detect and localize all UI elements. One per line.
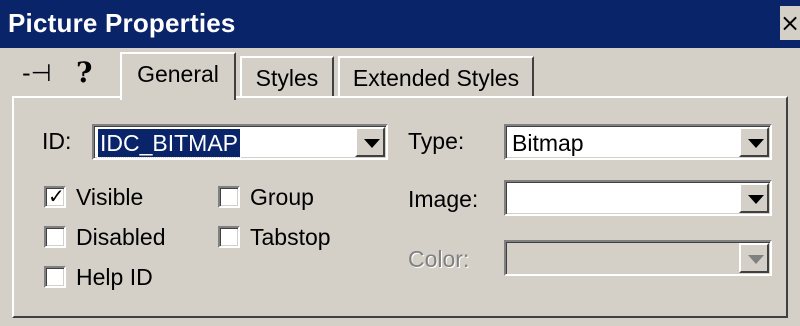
- tab-general[interactable]: General: [120, 52, 236, 100]
- type-dropdown-button[interactable]: [739, 127, 769, 157]
- id-dropdown-button[interactable]: [355, 127, 385, 157]
- pushpin-icon[interactable]: -⊣: [22, 58, 62, 88]
- type-value: Bitmap: [512, 130, 584, 156]
- window-title: Picture Properties: [8, 8, 236, 38]
- disabled-label[interactable]: Disabled: [76, 222, 166, 252]
- chevron-down-icon: [748, 255, 764, 264]
- disabled-checkbox[interactable]: [44, 226, 66, 248]
- help-id-checkbox[interactable]: [44, 266, 66, 288]
- color-label: Color:: [408, 246, 470, 272]
- tabstop-label[interactable]: Tabstop: [250, 222, 331, 252]
- checkmark-icon: ✓: [48, 184, 65, 208]
- tab-extended-styles[interactable]: Extended Styles: [338, 56, 534, 98]
- type-label: Type:: [408, 128, 465, 154]
- picture-properties-dialog: Picture Properties × -⊣ ? Styles Extende…: [0, 0, 800, 326]
- help-id-label[interactable]: Help ID: [76, 262, 153, 292]
- close-icon[interactable]: ×: [780, 6, 800, 40]
- image-dropdown-button[interactable]: [739, 183, 769, 213]
- chevron-down-icon: [748, 195, 764, 204]
- id-value[interactable]: IDC_BITMAP: [96, 128, 242, 158]
- group-checkbox[interactable]: [218, 186, 240, 208]
- id-label: ID:: [42, 128, 72, 154]
- visible-checkbox[interactable]: ✓: [44, 184, 66, 208]
- image-combobox[interactable]: [504, 180, 772, 216]
- color-dropdown-button: [739, 243, 769, 273]
- tab-styles[interactable]: Styles: [240, 56, 334, 98]
- image-label: Image:: [408, 186, 479, 212]
- visible-label[interactable]: Visible: [76, 182, 143, 212]
- group-label[interactable]: Group: [250, 182, 314, 212]
- chevron-down-icon: [748, 139, 764, 148]
- color-combobox: [504, 240, 772, 276]
- help-icon[interactable]: ?: [76, 56, 106, 90]
- type-combobox[interactable]: Bitmap: [504, 124, 772, 160]
- tabstop-checkbox[interactable]: [218, 226, 240, 248]
- chevron-down-icon: [364, 139, 380, 148]
- id-combobox[interactable]: IDC_BITMAP: [92, 124, 388, 160]
- title-bar: Picture Properties ×: [0, 0, 800, 48]
